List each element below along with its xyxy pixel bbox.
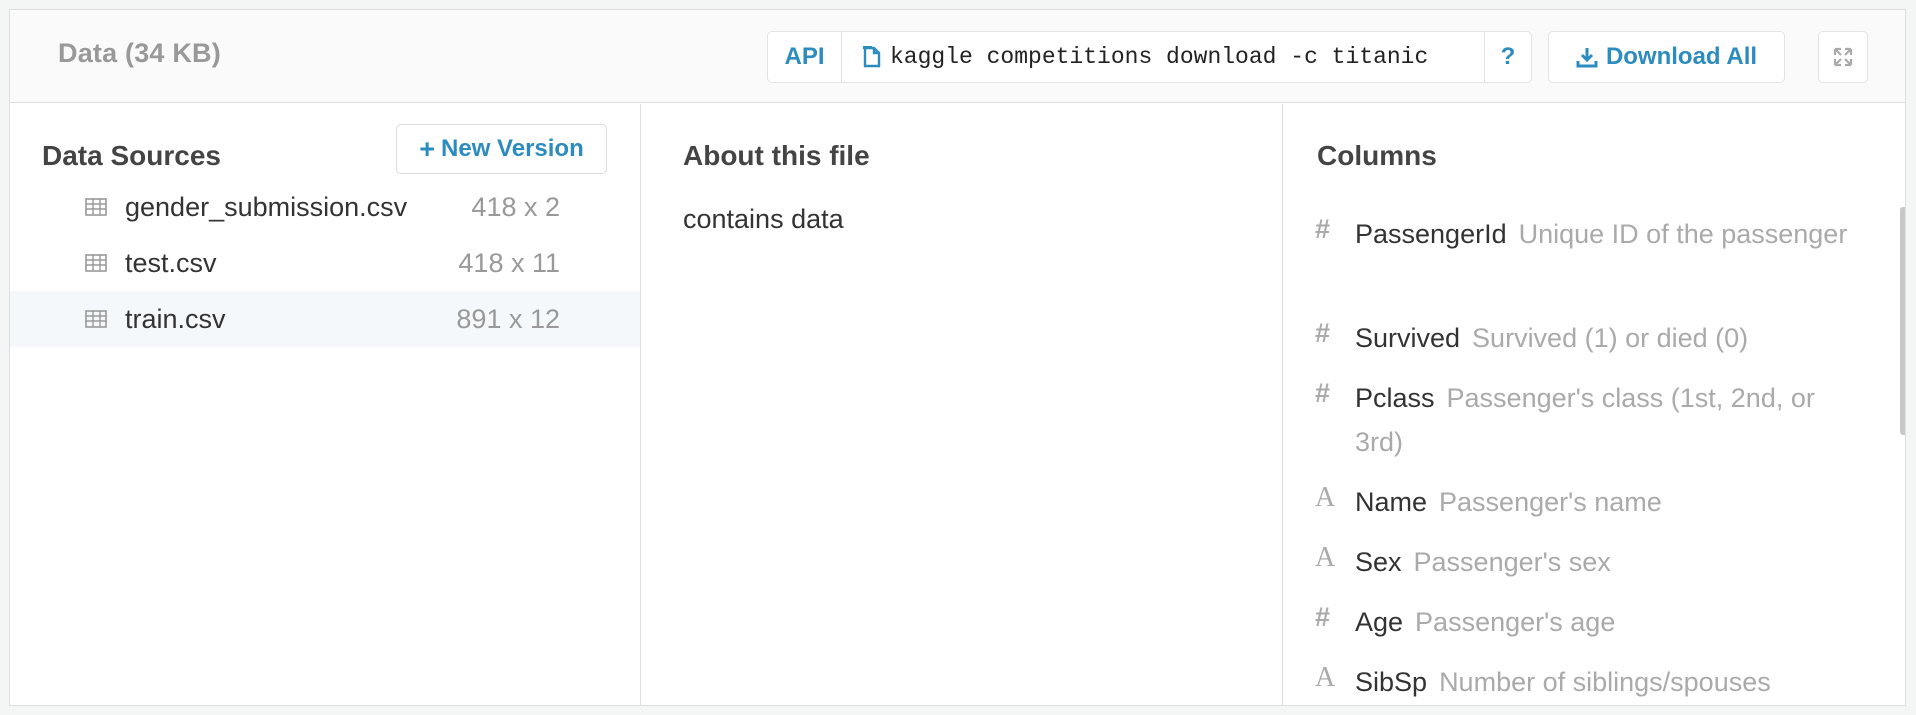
file-row-test[interactable]: test.csv 418 x 11 xyxy=(10,235,640,291)
expand-button[interactable] xyxy=(1818,31,1868,83)
file-row-gender-submission[interactable]: gender_submission.csv 418 x 2 xyxy=(10,179,640,235)
table-icon xyxy=(85,198,107,221)
api-command-field[interactable]: kaggle competitions download -c titanic xyxy=(842,32,1485,82)
data-sources-pane: Data Sources + New Version gender_submis… xyxy=(10,104,641,705)
about-file-title: About this file xyxy=(683,140,870,171)
column-name: Name xyxy=(1355,487,1428,517)
about-file-pane: About this file contains data xyxy=(641,104,1283,705)
api-command-text: kaggle competitions download -c titanic xyxy=(890,44,1429,70)
table-icon xyxy=(85,310,107,333)
file-name: train.csv xyxy=(125,303,226,334)
columns-scrollbar[interactable] xyxy=(1900,207,1905,435)
copy-icon[interactable] xyxy=(862,45,882,69)
text-type-icon: A xyxy=(1315,662,1336,693)
file-size: 418 x 2 xyxy=(471,191,560,222)
file-name: test.csv xyxy=(125,247,217,278)
text-type-icon: A xyxy=(1315,542,1336,573)
text-type-icon: A xyxy=(1315,482,1336,513)
column-name: SibSp xyxy=(1355,667,1428,697)
data-sources-title: Data Sources xyxy=(42,140,221,171)
column-name: Age xyxy=(1355,607,1404,637)
about-file-text: contains data xyxy=(683,204,844,234)
plus-icon: + xyxy=(419,133,436,164)
download-all-button[interactable]: Download All xyxy=(1548,31,1785,83)
download-all-label: Download All xyxy=(1605,43,1758,70)
column-description: Passenger's sex xyxy=(1413,547,1611,577)
expand-icon xyxy=(1833,47,1853,67)
api-button[interactable]: API xyxy=(768,32,842,82)
api-help-button[interactable]: ? xyxy=(1485,32,1531,82)
new-version-label: New Version xyxy=(441,135,584,162)
numeric-type-icon: # xyxy=(1315,318,1331,348)
download-icon xyxy=(1576,46,1598,68)
new-version-button[interactable]: + New Version xyxy=(396,124,607,174)
column-description: Survived (1) or died (0) xyxy=(1472,323,1749,353)
data-title: Data (34 KB) xyxy=(58,38,221,68)
api-command-group: API kaggle competitions download -c tita… xyxy=(767,31,1532,83)
column-description: Passenger's age xyxy=(1415,607,1616,637)
numeric-type-icon: # xyxy=(1315,214,1331,244)
file-size: 418 x 11 xyxy=(458,247,560,278)
column-name: PassengerId xyxy=(1355,219,1507,249)
column-description: Unique ID of the passenger xyxy=(1518,219,1848,249)
file-row-train[interactable]: train.csv 891 x 12 xyxy=(10,291,640,347)
column-name: Sex xyxy=(1355,547,1402,577)
file-name: gender_submission.csv xyxy=(125,191,408,222)
data-header: Data (34 KB) API kaggle competitions dow… xyxy=(10,10,1905,103)
column-name: Pclass xyxy=(1355,383,1435,413)
columns-title: Columns xyxy=(1317,140,1437,171)
columns-pane[interactable]: Columns # PassengerId Unique ID of the pa… xyxy=(1283,104,1905,705)
numeric-type-icon: # xyxy=(1315,602,1331,632)
column-name: Survived xyxy=(1355,323,1461,353)
column-description: Passenger's name xyxy=(1439,487,1662,517)
column-description: Number of siblings/spouses xyxy=(1439,667,1771,697)
file-size: 891 x 12 xyxy=(456,303,560,334)
numeric-type-icon: # xyxy=(1315,378,1331,408)
data-panel: Data (34 KB) API kaggle competitions dow… xyxy=(9,9,1906,706)
table-icon xyxy=(85,254,107,277)
